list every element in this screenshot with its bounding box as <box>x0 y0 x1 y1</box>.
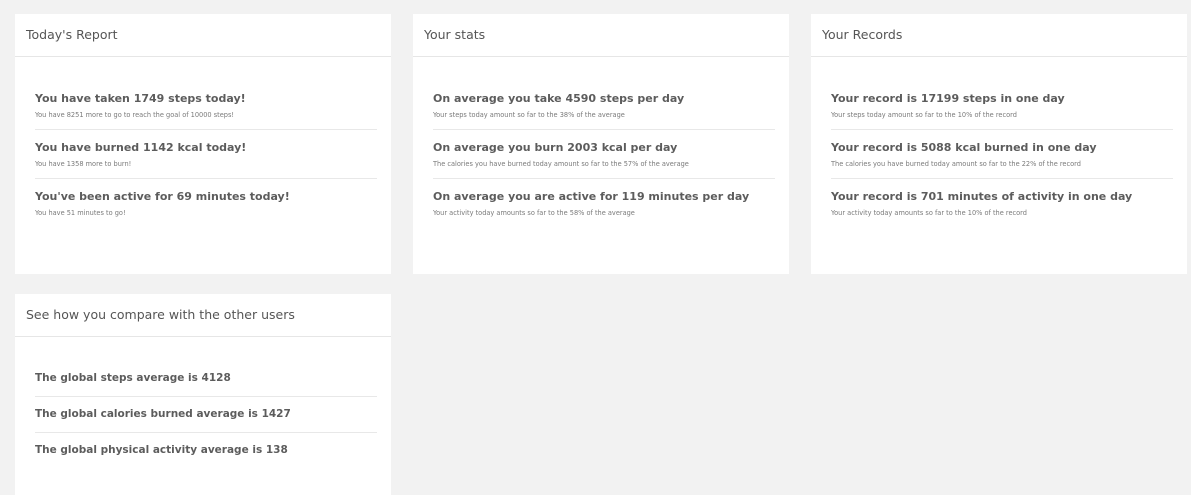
records-steps-sub: Your steps today amount so far to the 10… <box>831 111 1017 119</box>
records-activity-title: Your record is 701 minutes of activity i… <box>831 190 1133 203</box>
today-report-list: You have taken 1749 steps today! You hav… <box>15 57 391 227</box>
compare-title: See how you compare with the other users <box>15 294 391 337</box>
stats-calories-sub: The calories you have burned today amoun… <box>433 160 689 168</box>
records-activity-item: Your record is 701 minutes of activity i… <box>831 179 1173 227</box>
stats-activity-sub: Your activity today amounts so far to th… <box>433 209 635 217</box>
compare-activity-title: The global physical activity average is … <box>35 444 288 456</box>
stats-list: On average you take 4590 steps per day Y… <box>413 57 789 227</box>
today-activity-sub: You have 51 minutes to go! <box>35 209 126 217</box>
today-calories-title: You have burned 1142 kcal today! <box>35 141 247 154</box>
compare-steps-title: The global steps average is 4128 <box>35 372 231 384</box>
stats-panel: Your stats On average you take 4590 step… <box>413 14 789 274</box>
stats-steps-title: On average you take 4590 steps per day <box>433 92 685 105</box>
records-calories-item: Your record is 5088 kcal burned in one d… <box>831 130 1173 179</box>
today-calories-item: You have burned 1142 kcal today! You hav… <box>35 130 377 179</box>
records-steps-title: Your record is 17199 steps in one day <box>831 92 1065 105</box>
records-title: Your Records <box>811 14 1187 57</box>
compare-list: The global steps average is 4128 The glo… <box>15 337 391 468</box>
today-calories-sub: You have 1358 more to burn! <box>35 160 132 168</box>
records-list: Your record is 17199 steps in one day Yo… <box>811 57 1187 227</box>
compare-calories-title: The global calories burned average is 14… <box>35 408 291 420</box>
records-activity-sub: Your activity today amounts so far to th… <box>831 209 1027 217</box>
stats-activity-item: On average you are active for 119 minute… <box>433 179 775 227</box>
compare-panel: See how you compare with the other users… <box>15 294 391 495</box>
records-calories-title: Your record is 5088 kcal burned in one d… <box>831 141 1097 154</box>
today-activity-title: You've been active for 69 minutes today! <box>35 190 290 203</box>
stats-calories-title: On average you burn 2003 kcal per day <box>433 141 678 154</box>
records-calories-sub: The calories you have burned today amoun… <box>831 160 1081 168</box>
today-report-panel: Today's Report You have taken 1749 steps… <box>15 14 391 274</box>
compare-activity-item: The global physical activity average is … <box>35 433 377 468</box>
today-report-title: Today's Report <box>15 14 391 57</box>
today-steps-title: You have taken 1749 steps today! <box>35 92 246 105</box>
stats-title: Your stats <box>413 14 789 57</box>
stats-calories-item: On average you burn 2003 kcal per day Th… <box>433 130 775 179</box>
compare-calories-item: The global calories burned average is 14… <box>35 397 377 433</box>
today-activity-item: You've been active for 69 minutes today!… <box>35 179 377 227</box>
stats-steps-item: On average you take 4590 steps per day Y… <box>433 81 775 130</box>
today-steps-sub: You have 8251 more to go to reach the go… <box>35 111 235 119</box>
today-steps-item: You have taken 1749 steps today! You hav… <box>35 81 377 130</box>
stats-steps-sub: Your steps today amount so far to the 38… <box>433 111 625 119</box>
compare-steps-item: The global steps average is 4128 <box>35 361 377 397</box>
records-steps-item: Your record is 17199 steps in one day Yo… <box>831 81 1173 130</box>
stats-activity-title: On average you are active for 119 minute… <box>433 190 750 203</box>
records-panel: Your Records Your record is 17199 steps … <box>811 14 1187 274</box>
